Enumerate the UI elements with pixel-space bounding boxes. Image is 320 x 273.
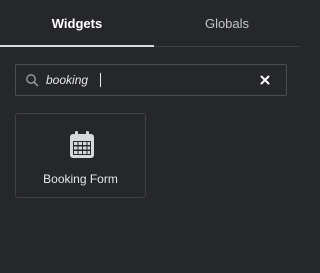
close-icon[interactable] <box>258 73 272 87</box>
active-tab-indicator <box>0 45 154 47</box>
widget-card-booking-form[interactable]: Booking Form <box>15 113 146 198</box>
search-input[interactable] <box>46 70 246 90</box>
tab-globals[interactable]: Globals <box>154 0 300 47</box>
panel-tabs: Widgets Globals <box>0 0 300 47</box>
search-box <box>15 64 287 96</box>
search-icon <box>26 74 39 87</box>
text-cursor <box>100 73 101 87</box>
tab-widgets-label: Widgets <box>51 16 103 31</box>
calendar-icon <box>70 131 94 158</box>
widget-label: Booking Form <box>43 172 118 186</box>
tab-widgets[interactable]: Widgets <box>0 0 154 47</box>
tab-divider <box>154 46 300 47</box>
tab-globals-label: Globals <box>204 16 250 31</box>
widgets-panel: Widgets Globals booking Booking Form <box>0 0 300 273</box>
